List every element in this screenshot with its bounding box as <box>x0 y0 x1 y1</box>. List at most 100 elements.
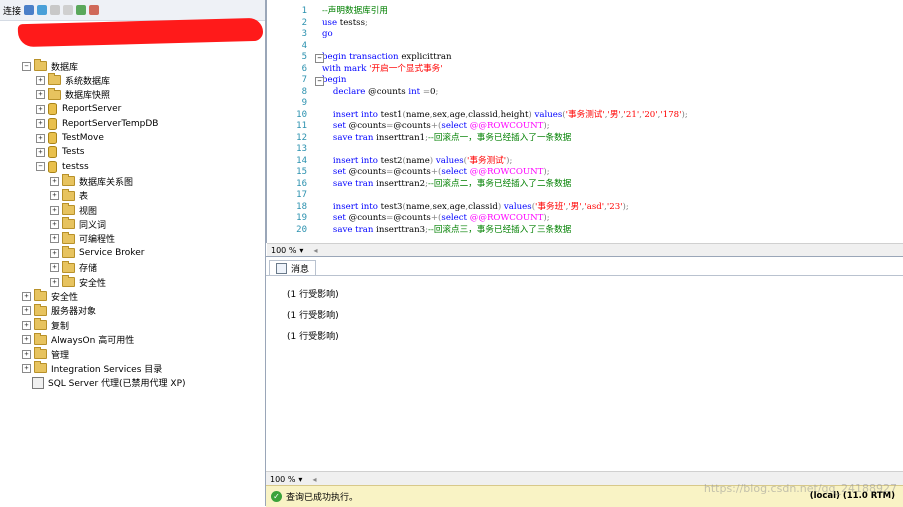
tree-node[interactable]: + 复制 <box>22 318 69 332</box>
fold-toggle-icon[interactable]: − <box>315 77 324 86</box>
tree-node[interactable]: + AlwaysOn 高可用性 <box>22 332 134 347</box>
tree-node[interactable]: + ReportServerTempDB <box>36 117 158 131</box>
expand-icon[interactable]: + <box>36 147 45 157</box>
folder-icon <box>34 289 47 302</box>
tree-node[interactable]: + 可编程性 <box>50 231 115 246</box>
collapse-icon[interactable]: − <box>36 162 45 172</box>
expand-icon[interactable]: + <box>22 306 31 316</box>
disconnect-icon[interactable] <box>37 5 48 15</box>
filter-icon[interactable] <box>63 5 74 15</box>
fold-toggle-icon[interactable]: − <box>315 54 324 63</box>
expand-icon[interactable]: + <box>22 335 31 345</box>
line-number: 18 <box>296 201 307 212</box>
expand-icon[interactable]: + <box>50 205 59 215</box>
tree-node-label: 视图 <box>79 206 98 217</box>
editor-zoom-select[interactable]: 100 % ▾ <box>267 246 307 255</box>
expand-icon[interactable]: + <box>50 191 59 201</box>
tab-divider <box>266 275 903 276</box>
expand-icon[interactable]: + <box>36 90 45 100</box>
tree-node[interactable]: − testss <box>36 160 89 174</box>
tree-node-label: 存储 <box>79 264 98 275</box>
tree-node[interactable]: + TestMove <box>36 131 104 145</box>
database-icon <box>48 132 57 144</box>
tree-node[interactable]: + 数据库关系图 <box>50 174 133 188</box>
expand-icon[interactable]: + <box>36 119 45 129</box>
tree-node[interactable]: + 系统数据库 <box>36 73 110 87</box>
code-token: ); <box>543 167 550 177</box>
code-token: test2 <box>380 155 403 166</box>
folder-icon <box>62 231 75 244</box>
expand-icon[interactable]: + <box>22 320 31 330</box>
expand-icon[interactable]: + <box>22 363 31 373</box>
tab-messages[interactable]: 消息 <box>269 260 317 276</box>
expand-icon[interactable]: + <box>50 248 59 258</box>
tree-node[interactable]: + 安全性 <box>50 275 106 289</box>
expand-icon[interactable]: + <box>50 277 59 287</box>
expand-icon[interactable]: + <box>36 133 45 143</box>
expand-icon[interactable]: + <box>50 263 59 273</box>
stop-icon[interactable] <box>50 5 61 15</box>
line-number: 4 <box>301 40 307 51</box>
watermark-text: https://blog.csdn.net/qq_24188927 <box>703 482 897 495</box>
tree-node[interactable]: + 存储 <box>50 260 98 275</box>
tree-node[interactable]: + 服务器对象 <box>22 303 96 318</box>
tree-node[interactable]: + 管理 <box>22 347 69 361</box>
connect-object-icon[interactable] <box>24 5 35 15</box>
expand-icon[interactable]: + <box>50 234 59 244</box>
code-line: with mark '开启一个显式事务' <box>322 64 443 76</box>
tree-node[interactable]: + Integration Services 目录 <box>22 361 162 375</box>
expand-icon[interactable]: + <box>36 104 45 114</box>
tree-node-label: Integration Services 目录 <box>51 364 163 375</box>
code-token: values <box>435 155 464 166</box>
scroll-left-icon[interactable]: ◂ <box>313 246 317 255</box>
code-line: use testss; <box>322 18 368 30</box>
tree-node-label: 安全性 <box>79 278 107 289</box>
chevron-down-icon: ▾ <box>298 474 303 484</box>
connect-button[interactable]: 连接 <box>3 4 21 17</box>
refresh-icon[interactable] <box>76 5 87 15</box>
code-token: inserttran1 <box>376 132 426 143</box>
tree-node[interactable]: + 视图 <box>50 203 97 217</box>
line-number: 9 <box>301 98 307 108</box>
folder-icon <box>34 303 47 316</box>
code-line: set @counts=@counts+(select @@ROWCOUNT); <box>322 213 550 225</box>
tree-node[interactable]: + 数据库快照 <box>36 87 110 102</box>
expand-icon[interactable]: + <box>50 176 59 186</box>
expand-icon[interactable]: + <box>22 291 31 301</box>
tree-node[interactable]: + ReportServer <box>36 102 121 116</box>
expand-icon[interactable]: + <box>36 75 45 85</box>
tree-node[interactable]: + 安全性 <box>22 289 78 303</box>
tree-node[interactable]: + Tests <box>36 145 84 159</box>
code-token: save tran <box>322 178 377 189</box>
code-token: 'asd' <box>584 201 605 212</box>
results-zoom-value: 100 % <box>270 474 296 484</box>
code-token: go <box>322 29 333 39</box>
tree-node-label: 安全性 <box>51 292 79 303</box>
code-token: set <box>322 213 349 223</box>
expand-icon[interactable]: + <box>22 349 31 359</box>
collapse-icon[interactable]: − <box>22 61 31 71</box>
tree-node[interactable]: SQL Server 代理(已禁用代理 XP) <box>22 376 186 390</box>
tree-node[interactable]: − 数据库 <box>22 59 78 73</box>
folder-icon <box>34 347 47 359</box>
code-token: '178' <box>660 109 682 120</box>
results-zoom-select[interactable]: 100 % ▾ <box>266 475 306 484</box>
code-token: values <box>534 109 563 120</box>
line-number: 2 <box>301 17 307 28</box>
database-icon <box>48 117 57 130</box>
code-token: @@ROWCOUNT <box>469 121 544 131</box>
tree-node[interactable]: + 同义词 <box>50 217 106 231</box>
line-number: 17 <box>296 190 307 200</box>
line-number: 15 <box>296 167 307 177</box>
agent-icon <box>32 376 44 389</box>
activity-monitor-icon[interactable] <box>89 5 100 15</box>
scroll-left-icon[interactable]: ◂ <box>312 475 316 484</box>
expand-icon[interactable]: + <box>50 219 59 229</box>
tree-node[interactable]: + Service Broker <box>50 246 144 260</box>
query-editor[interactable]: 1 2 3 4 5 6 7 8 9 10 11 12 13 14 15 16 17 18 19 20 --声明数据库引… <box>266 0 903 256</box>
line-number: 5 <box>301 52 307 62</box>
code-token: age <box>449 201 466 212</box>
code-token: @@ROWCOUNT <box>469 167 544 177</box>
folder-icon <box>34 361 47 374</box>
tree-node[interactable]: + 表 <box>50 188 88 203</box>
